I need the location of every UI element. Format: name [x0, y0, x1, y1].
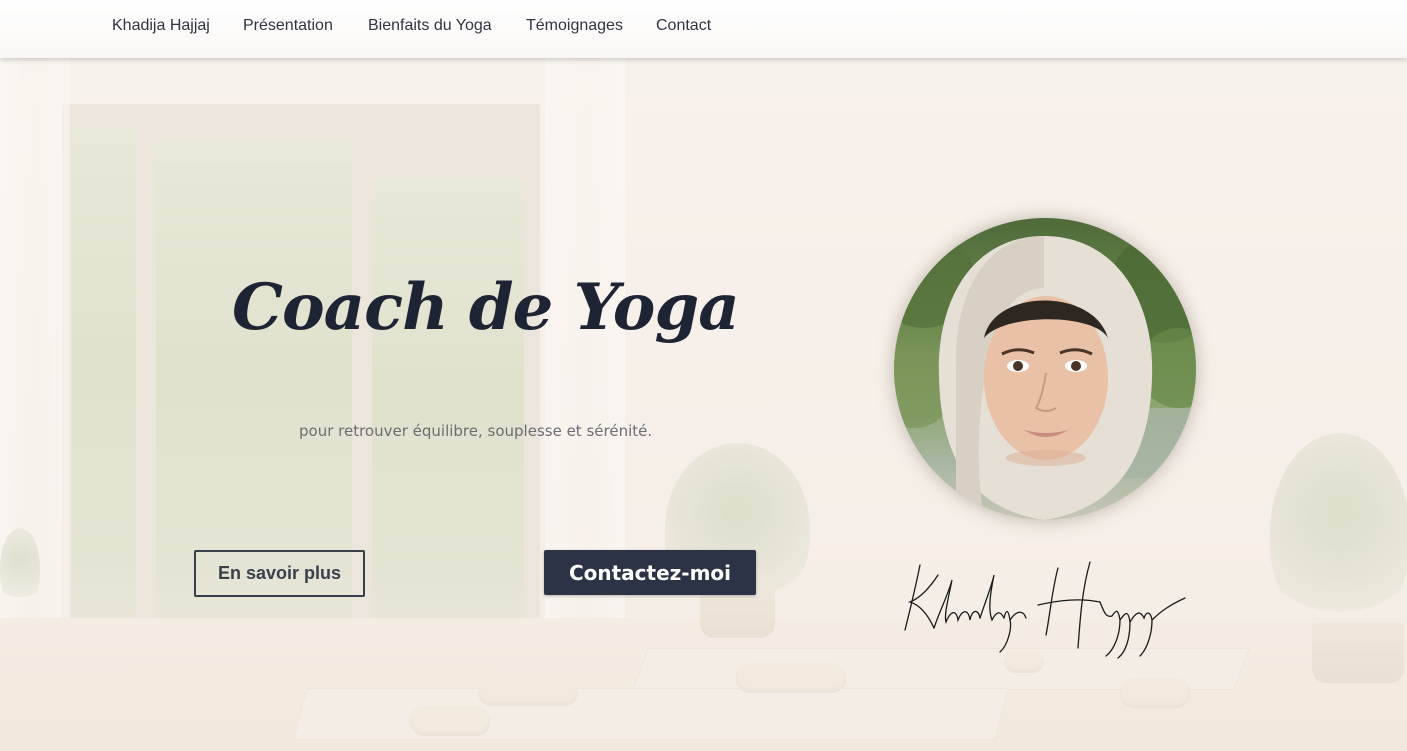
nav-item-testimonials[interactable]: Témoignages [526, 17, 623, 35]
nav-item-contact[interactable]: Contact [656, 17, 711, 35]
portrait-illustration [894, 228, 1196, 520]
learn-more-button[interactable]: En savoir plus [194, 550, 365, 597]
contact-me-button[interactable]: Contactez-moi [544, 550, 756, 595]
top-navigation: Khadija Hajjaj Présentation Bienfaits du… [0, 0, 1407, 58]
coach-portrait [894, 218, 1196, 520]
signature-drawing [904, 561, 1186, 659]
hero-subtitle: pour retrouver équilibre, souplesse et s… [299, 422, 653, 440]
nav-item-benefits[interactable]: Bienfaits du Yoga [368, 17, 492, 35]
nav-item-home[interactable]: Khadija Hajjaj [112, 17, 210, 35]
signature [900, 560, 1200, 660]
nav-item-presentation[interactable]: Présentation [243, 17, 333, 35]
hero-title: Coach de Yoga [232, 270, 740, 345]
